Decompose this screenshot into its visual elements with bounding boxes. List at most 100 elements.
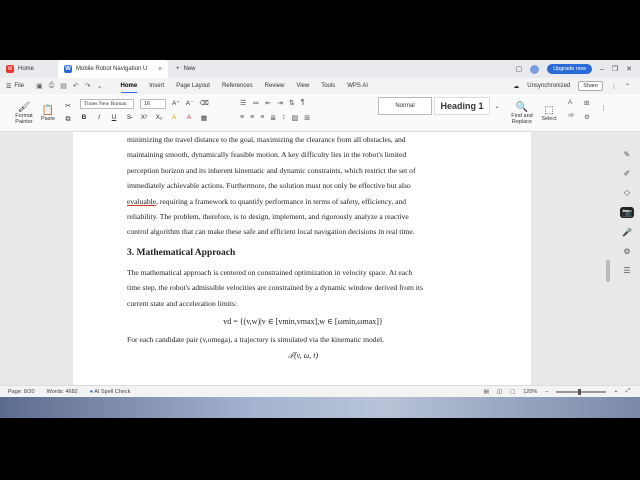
spell-flagged-word[interactable]: evaluable [127,197,156,206]
file-menu[interactable]: ☰ File [0,83,30,90]
shrink-font-icon[interactable]: A⁻ [186,99,194,107]
convert-tool-icon[interactable]: ᴬᴮ [568,113,580,121]
chevron-down-icon[interactable]: ⌄ [97,82,103,90]
shading-icon[interactable]: ▨ [292,114,299,122]
vertical-scrollbar[interactable] [606,260,610,282]
new-tab-button[interactable]: + New [168,66,204,72]
clear-format-icon[interactable]: ⌫ [200,99,209,107]
sidebar-shape-icon[interactable]: ◇ [624,188,630,197]
print-icon[interactable]: ⎙ [49,82,55,90]
restore-icon[interactable]: ❐ [612,65,618,73]
font-color-icon[interactable]: A [185,114,193,122]
upgrade-button[interactable]: Upgrade now [547,64,592,74]
borders-icon[interactable]: ⊞ [304,114,310,122]
save-icon[interactable]: ▣ [36,82,43,90]
plus-icon: + [176,66,180,72]
italic-icon[interactable]: I [95,114,103,122]
subscript-icon[interactable]: X₂ [155,114,163,122]
undo-icon[interactable]: ↶ [73,82,79,90]
highlight-icon[interactable]: A [170,114,178,122]
sidebar-format-icon[interactable]: ✎ [624,150,631,159]
line-spacing-icon[interactable]: ↕ [282,114,286,122]
font-size-select[interactable]: 16 [140,99,166,109]
minimize-icon[interactable]: – [600,66,604,73]
sync-status[interactable]: Unsynchronized [527,83,570,89]
show-marks-icon[interactable]: ¶ [301,99,305,107]
tab-ribbon-home[interactable]: Home [120,83,137,93]
tab-ribbon-insert[interactable]: Insert [149,83,164,89]
paragraph-approach: The mathematical approach is centered on… [127,265,479,311]
spell-check-toggle[interactable]: ● AI Spell Check [90,389,131,395]
document-content: minimizing the travel distance to the go… [127,132,479,361]
numbering-icon[interactable]: ≔ [252,99,259,107]
font-format-row: B I U S̶ X² X₂ A A ▦ [80,114,208,122]
tab-home[interactable]: W Home [0,60,58,78]
font-family-select[interactable]: Times New Roman [80,99,134,109]
sidebar-settings-icon[interactable]: ⚙ [623,247,630,256]
find-replace-label: Find and Replace [511,112,533,125]
sidebar-menu-icon[interactable]: ☰ [623,266,630,275]
style-heading-1[interactable]: Heading 1 [434,97,490,115]
paste-button[interactable]: 📋 Paste [38,98,58,128]
styles-scroll[interactable]: ⌄ [492,97,502,115]
close-tab-icon[interactable]: × [158,66,162,73]
tab-ribbon-tools[interactable]: Tools [321,83,335,89]
zoom-slider[interactable] [556,388,607,395]
bullets-icon[interactable]: ☰ [240,99,246,107]
tab-document[interactable]: W Mobile Robot Navigation U × [58,60,168,78]
settings-tool-icon[interactable]: ⚙ [584,113,596,121]
zoom-out-icon[interactable]: – [545,389,548,395]
sidebar-pen-icon[interactable]: ✐ [624,169,631,178]
tab-ribbon-view[interactable]: View [296,83,309,89]
page-count[interactable]: Page: 8/20 [8,389,35,395]
avatar[interactable] [530,64,540,74]
view-read-icon[interactable]: ▢ [510,389,515,395]
style-normal[interactable]: Normal [378,97,432,115]
redo-icon[interactable]: ↷ [85,82,91,90]
superscript-icon[interactable]: X² [140,114,148,122]
view-web-icon[interactable]: ◫ [497,389,502,395]
status-bar: Page: 8/20 Words: 4682 ● AI Spell Check … [0,385,640,397]
sort-icon[interactable]: ⇅ [289,99,295,107]
ribbon-more-icon[interactable]: ⋮ [600,104,607,112]
select-button[interactable]: ⬚ Select [538,98,560,128]
tab-ribbon-wps-ai[interactable]: WPS AI [347,83,368,89]
copy-icon[interactable]: ⧉ [66,116,71,124]
layout-icon[interactable]: ▢ [516,65,523,73]
more-icon[interactable]: ⋮ [611,83,617,90]
chevron-down-icon: ⌄ [494,103,500,110]
share-button[interactable]: Share [578,81,603,91]
increase-indent-icon[interactable]: ⇥ [277,99,283,107]
collapse-ribbon-icon[interactable]: ⌃ [625,83,630,90]
underline-icon[interactable]: U [110,114,118,122]
tab-ribbon-page-layout[interactable]: Page Layout [176,83,210,89]
format-painter-button[interactable]: 🖌 Format Painter [10,98,38,128]
sidebar-camera-icon[interactable]: 📷 [620,207,634,218]
align-center-icon[interactable]: ≡ [250,114,254,122]
zoom-level[interactable]: 120% [523,389,537,395]
text-tool-icon[interactable]: A [568,99,580,107]
char-shading-icon[interactable]: ▦ [200,114,208,122]
sidebar-mic-icon[interactable]: 🎤 [622,228,632,237]
tab-ribbon-review[interactable]: Review [265,83,285,89]
bold-icon[interactable]: B [80,114,88,122]
grow-font-icon[interactable]: A⁺ [172,99,180,107]
cut-icon[interactable]: ✂ [65,102,71,110]
zoom-in-icon[interactable]: + [614,389,617,395]
tab-ribbon-references[interactable]: References [222,83,253,89]
text-span: , requiring a framework to quantify perf… [156,196,407,206]
find-replace-button[interactable]: 🔍 Find and Replace [506,98,538,128]
table-tool-icon[interactable]: ⊞ [584,99,596,107]
align-left-icon[interactable]: ≡ [240,114,244,122]
strikethrough-icon[interactable]: S̶ [125,114,133,122]
decrease-indent-icon[interactable]: ⇤ [265,99,271,107]
close-window-icon[interactable]: ✕ [626,65,632,73]
fit-icon[interactable]: ⤢ [626,388,630,395]
align-right-icon[interactable]: ≡ [260,114,264,122]
window-controls: ▢ Upgrade now – ❐ ✕ [516,64,640,74]
preview-icon[interactable]: ▤ [60,82,67,90]
justify-icon[interactable]: ≣ [270,114,276,122]
word-count[interactable]: Words: 4682 [47,389,78,395]
view-print-icon[interactable]: ▤ [484,389,489,395]
document-page[interactable]: minimizing the travel distance to the go… [73,132,531,385]
